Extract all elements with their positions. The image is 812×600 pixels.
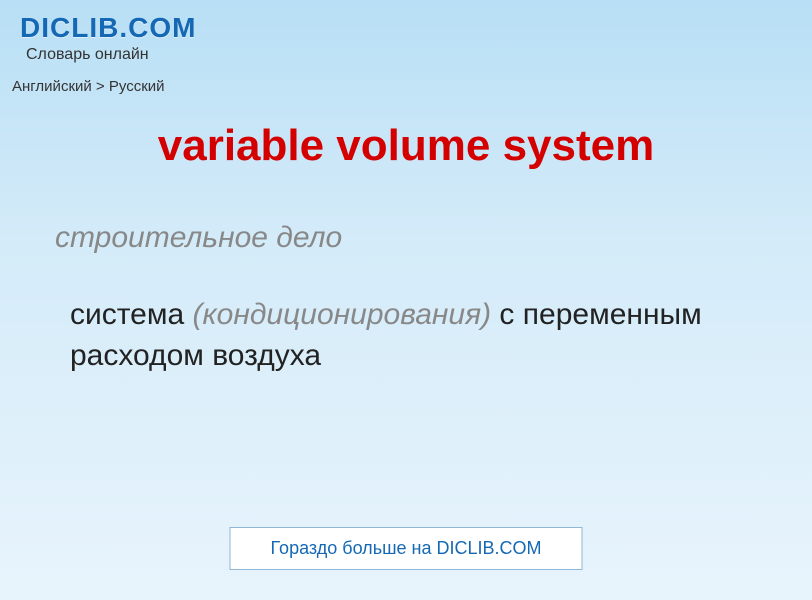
definition-prefix: система	[70, 298, 193, 331]
more-link-button[interactable]: Гораздо больше на DICLIB.COM	[230, 527, 583, 570]
site-subtitle: Словарь онлайн	[26, 46, 792, 64]
entry-term: variable volume system	[0, 121, 812, 171]
entry-definition: система (кондиционирования) с переменным…	[0, 295, 812, 376]
header: DICLIB.COM Словарь онлайн	[0, 0, 812, 72]
breadcrumb[interactable]: Английский > Русский	[0, 72, 812, 101]
definition-note: (кондиционирования)	[193, 298, 492, 331]
site-title[interactable]: DICLIB.COM	[20, 12, 792, 44]
entry-category: строительное дело	[0, 221, 812, 255]
